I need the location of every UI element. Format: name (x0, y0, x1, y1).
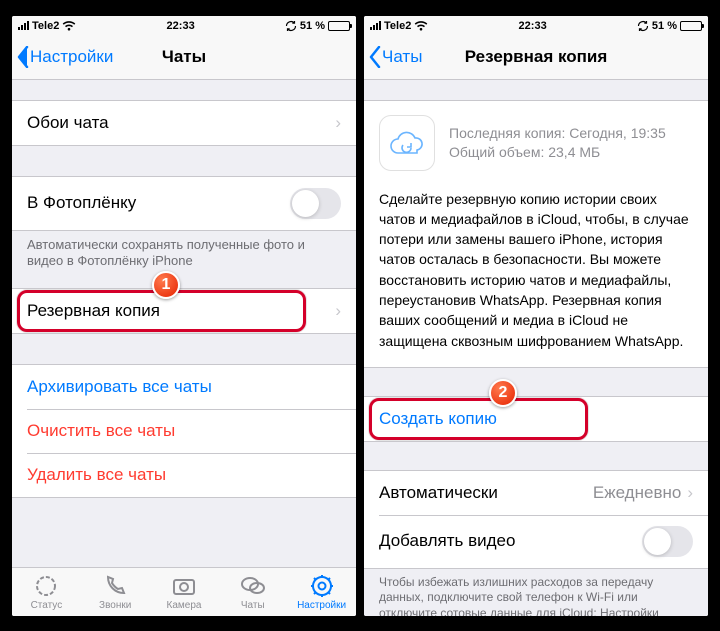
battery-pct: 51 % (300, 20, 325, 32)
tab-settings[interactable]: Настройки (287, 568, 356, 616)
wallpaper-label: Обои чата (27, 113, 109, 133)
archive-all-button[interactable]: Архивировать все чаты (12, 365, 356, 409)
clear-all-button[interactable]: Очистить все чаты (12, 409, 356, 453)
cellular-footer: Чтобы избежать излишних расходов за пере… (364, 569, 708, 616)
chats-icon (240, 573, 266, 599)
chevron-right-icon: › (687, 483, 693, 503)
phone-right: Tele2 22:33 51 % Чаты Резервная копия (364, 16, 708, 616)
tab-chats[interactable]: Чаты (218, 568, 287, 616)
battery-icon (328, 21, 350, 31)
back-label: Настройки (30, 47, 113, 67)
chevron-right-icon: › (335, 113, 341, 133)
status-icon (33, 573, 59, 599)
create-backup-button[interactable]: Создать копию (364, 397, 708, 441)
sync-icon (285, 20, 297, 32)
nav-bar: Чаты Резервная копия (364, 36, 708, 80)
chevron-left-icon (368, 46, 382, 68)
clock-label: 22:33 (167, 20, 195, 32)
delete-all-button[interactable]: Удалить все чаты (12, 453, 356, 497)
status-bar: Tele2 22:33 51 % (364, 16, 708, 36)
phone-left: Tele2 22:33 51 % Настройки Чаты Обои чат… (12, 16, 356, 616)
auto-backup-cell[interactable]: Автоматически Ежедневно › (364, 471, 708, 515)
backup-cell[interactable]: Резервная копия › (12, 289, 356, 333)
content: Последняя копия: Сегодня, 19:35 Общий об… (364, 80, 708, 616)
chevron-left-icon (16, 46, 30, 68)
last-backup-label: Последняя копия: Сегодня, 19:35 (449, 124, 666, 143)
chevron-right-icon: › (335, 301, 341, 321)
wallpaper-cell[interactable]: Обои чата › (12, 101, 356, 145)
signal-icon (370, 21, 381, 30)
backup-description: Сделайте резервную копию истории своих ч… (364, 185, 708, 368)
include-video-cell[interactable]: Добавлять видео (364, 515, 708, 568)
tab-bar: Статус Звонки Камера Чаты Настройки (12, 567, 356, 616)
content: Обои чата › В Фотоплёнку Автоматически с… (12, 80, 356, 567)
back-label: Чаты (382, 47, 422, 67)
signal-icon (18, 21, 29, 30)
carrier-label: Tele2 (384, 20, 411, 32)
tab-calls[interactable]: Звонки (81, 568, 150, 616)
camera-icon (171, 573, 197, 599)
video-switch[interactable] (642, 526, 693, 557)
battery-icon (680, 21, 702, 31)
sync-icon (637, 20, 649, 32)
step-badge-2: 2 (489, 379, 517, 407)
carrier-label: Tele2 (32, 20, 59, 32)
backup-status: Последняя копия: Сегодня, 19:35 Общий об… (364, 101, 708, 185)
phone-icon (102, 573, 128, 599)
clock-label: 22:33 (519, 20, 547, 32)
cameraroll-footer: Автоматически сохранять полученные фото … (12, 231, 356, 271)
backup-label: Резервная копия (27, 301, 160, 321)
wifi-icon (414, 21, 428, 31)
cloud-backup-icon (379, 115, 435, 171)
auto-value: Ежедневно (593, 483, 681, 503)
gear-icon (309, 573, 335, 599)
back-button[interactable]: Чаты (364, 46, 422, 68)
nav-bar: Настройки Чаты (12, 36, 356, 80)
back-button[interactable]: Настройки (12, 46, 113, 68)
status-bar: Tele2 22:33 51 % (12, 16, 356, 36)
video-label: Добавлять видео (379, 531, 515, 551)
auto-label: Автоматически (379, 483, 498, 503)
cameraroll-label: В Фотоплёнку (27, 193, 136, 213)
tab-status[interactable]: Статус (12, 568, 81, 616)
tab-camera[interactable]: Камера (150, 568, 219, 616)
battery-pct: 51 % (652, 20, 677, 32)
backup-size-label: Общий объем: 23,4 МБ (449, 143, 666, 162)
wifi-icon (62, 21, 76, 31)
cameraroll-switch[interactable] (290, 188, 341, 219)
cameraroll-cell[interactable]: В Фотоплёнку (12, 177, 356, 230)
